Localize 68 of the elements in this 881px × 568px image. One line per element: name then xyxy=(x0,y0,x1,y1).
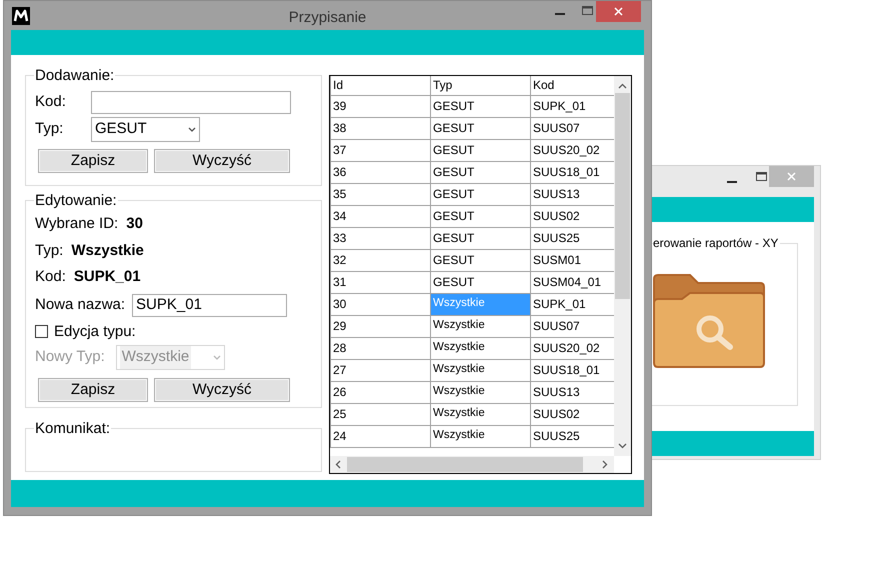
table-cell[interactable]: Wszystkie xyxy=(430,425,530,447)
maximize-icon[interactable] xyxy=(756,172,767,181)
field-label: Typ: xyxy=(35,240,64,260)
field-value: 30 xyxy=(126,214,143,234)
table-cell[interactable]: 39 xyxy=(330,95,430,117)
close-icon[interactable] xyxy=(614,7,623,16)
field-value: Wszystkie xyxy=(71,240,144,260)
table-cell[interactable]: GESUT xyxy=(430,205,530,227)
table-cell[interactable]: 35 xyxy=(330,183,430,205)
table-cell[interactable]: GESUT xyxy=(430,183,530,205)
group-title: erowanie raportów - XY xyxy=(653,235,780,251)
vertical-scrollbar[interactable] xyxy=(614,76,631,456)
table-cell[interactable]: 37 xyxy=(330,139,430,161)
table-cell[interactable]: GESUT xyxy=(430,139,530,161)
checkbox-label: Edycja typu: xyxy=(54,322,136,342)
table-cell[interactable]: Wszystkie xyxy=(430,315,530,337)
field-label: Nowy Typ: xyxy=(35,347,105,368)
clear-button[interactable]: Wyczyść xyxy=(154,149,290,173)
table-cell[interactable]: GESUT xyxy=(430,249,530,271)
clear-button[interactable]: Wyczyść xyxy=(154,378,290,402)
save-button[interactable]: Zapisz xyxy=(38,149,148,173)
table-cell[interactable]: 28 xyxy=(330,337,430,359)
table-cell[interactable]: 34 xyxy=(330,205,430,227)
column-header[interactable]: Id xyxy=(330,76,430,95)
code-input-field[interactable] xyxy=(91,91,291,114)
table-cell[interactable]: 24 xyxy=(330,425,430,447)
group-title: Edytowanie: xyxy=(34,192,118,209)
table-cell[interactable]: Wszystkie xyxy=(430,359,530,381)
table-cell[interactable]: GESUT xyxy=(430,227,530,249)
table-cell[interactable]: 31 xyxy=(330,271,430,293)
table-cell[interactable]: 26 xyxy=(330,381,430,403)
field-value: SUPK_01 xyxy=(74,267,141,287)
name-input-field[interactable]: SUPK_01 xyxy=(132,294,288,316)
save-button[interactable]: Zapisz xyxy=(38,378,148,402)
table-cell[interactable]: Wszystkie xyxy=(430,381,530,403)
close-button[interactable] xyxy=(596,1,641,22)
table-cell[interactable]: 33 xyxy=(330,227,430,249)
field-label: Kod: xyxy=(35,92,67,112)
table-cell[interactable]: 32 xyxy=(330,249,430,271)
horizontal-scrollbar[interactable] xyxy=(330,456,614,473)
scroll-up-icon[interactable] xyxy=(618,83,627,89)
maximize-icon[interactable] xyxy=(582,6,593,15)
table-cell[interactable]: Wszystkie xyxy=(430,337,530,359)
scroll-left-icon[interactable] xyxy=(335,460,341,469)
checkbox[interactable] xyxy=(35,325,48,338)
table-cell[interactable]: 30 xyxy=(330,293,430,315)
field-label: Wybrane ID: xyxy=(35,214,118,234)
table-cell[interactable]: 27 xyxy=(330,359,430,381)
table-cell[interactable]: Wszystkie xyxy=(430,403,530,425)
table-cell[interactable]: GESUT xyxy=(430,95,530,117)
app-logo-icon xyxy=(12,7,30,25)
table-cell[interactable]: GESUT xyxy=(430,161,530,183)
window-title: Przypisanie xyxy=(288,8,366,28)
table-cell[interactable]: 36 xyxy=(330,161,430,183)
table-cell[interactable]: 38 xyxy=(330,117,430,139)
column-header[interactable]: Typ xyxy=(430,76,530,95)
type-dropdown[interactable]: GESUT xyxy=(91,117,200,142)
scrollbar-thumb[interactable] xyxy=(615,93,630,299)
table-cell[interactable]: GESUT xyxy=(430,117,530,139)
scroll-down-icon[interactable] xyxy=(618,443,627,449)
table-cell[interactable]: 29 xyxy=(330,315,430,337)
field-label: Nowa nazwa: xyxy=(35,294,126,315)
field-label: Kod: xyxy=(35,267,66,287)
scrollbar-thumb[interactable] xyxy=(347,457,583,472)
scroll-right-icon[interactable] xyxy=(602,460,608,469)
field-label: Typ: xyxy=(35,119,64,140)
table-cell[interactable]: 25 xyxy=(330,403,430,425)
table-cell[interactable]: GESUT xyxy=(430,271,530,293)
